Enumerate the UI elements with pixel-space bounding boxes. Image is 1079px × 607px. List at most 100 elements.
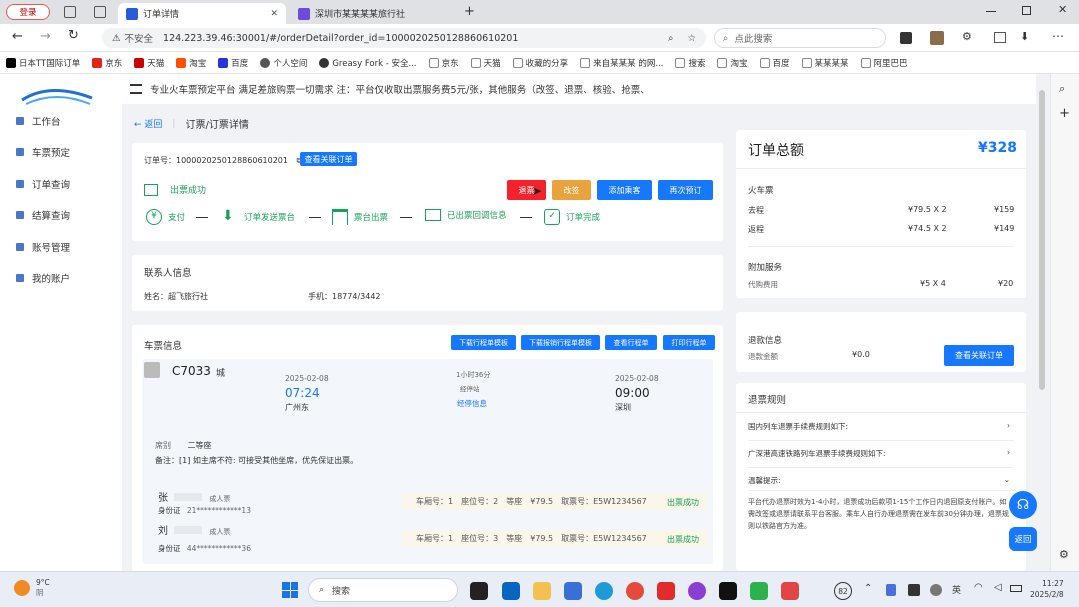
speaker-icon[interactable]: ◁ [994, 582, 1002, 593]
bookmark-item[interactable]: 阿里巴巴 [860, 57, 908, 69]
close-tab-icon[interactable]: ✕ [270, 9, 278, 19]
start-button[interactable] [282, 582, 298, 598]
rule-item[interactable]: 温馨提示: ⌄ [748, 475, 1010, 486]
bookmark-item[interactable]: 京东 [428, 57, 459, 69]
forward-arrow-icon[interactable]: → [40, 29, 51, 44]
reload-icon[interactable]: ↻ [68, 28, 79, 43]
settings-icon[interactable]: ⚙ [1059, 548, 1069, 561]
chrome-icon[interactable] [626, 582, 644, 600]
avatar[interactable] [930, 31, 944, 45]
battery-icon[interactable] [1010, 585, 1022, 592]
bookmark-item[interactable]: 个人空间 [260, 57, 307, 69]
taskview-icon[interactable] [470, 582, 488, 600]
bookmark-item[interactable]: 百度 [759, 57, 790, 69]
add-passenger-button[interactable]: 添加乘客 [597, 180, 652, 200]
add-icon[interactable]: + [1059, 106, 1070, 121]
view-itinerary-button[interactable]: 查看行程单 [605, 335, 657, 350]
sidebar-item-my-account[interactable]: 我的账户 [16, 271, 70, 285]
sidebar-item-account[interactable]: 账号管理 [16, 240, 70, 254]
refund-title: 退款信息 [748, 336, 783, 346]
fee-amount: ¥20 [998, 279, 1014, 288]
sidebar-item-workbench[interactable]: 工作台 [16, 114, 61, 128]
downloads-icon[interactable]: ⬇ [1020, 30, 1029, 43]
wechat-icon[interactable] [750, 582, 768, 600]
bookmark-item[interactable]: Greasy Fork - 安全... [319, 57, 417, 69]
profile-button[interactable]: 登录 [6, 4, 50, 20]
tab-actions-icon[interactable] [94, 6, 106, 18]
tab-order-detail[interactable]: 订单详情 ✕ [118, 3, 286, 24]
tray-icon[interactable] [886, 584, 896, 596]
weather-icon [14, 580, 30, 596]
bookmark-item[interactable]: 天猫 [470, 57, 501, 69]
scrollbar[interactable] [1039, 90, 1045, 390]
menu-icon[interactable] [130, 84, 142, 94]
workspaces-icon[interactable] [64, 6, 76, 18]
new-tab-button[interactable]: + [464, 4, 475, 19]
chevron-up-icon[interactable]: ⌃ [864, 583, 872, 594]
back-arrow-icon[interactable]: ← [12, 29, 23, 44]
tab-agency[interactable]: 深圳市某某某某旅行社 [290, 3, 450, 24]
sidebar-toggle-icon[interactable] [994, 32, 1006, 43]
zoom-icon[interactable]: ⌕ [668, 33, 673, 44]
search-icon[interactable]: ⌕ [1059, 82, 1065, 96]
sidebar-item-settlement[interactable]: 结算查询 [16, 208, 70, 222]
store-icon[interactable] [564, 582, 582, 600]
ime-indicator[interactable]: 英 [952, 583, 961, 596]
extensions-puzzle-icon[interactable]: ⚙ [962, 30, 972, 43]
url-field[interactable]: ⚠ 不安全 124.223.39.46:30001/#/orderDetail?… [102, 28, 706, 48]
wps-icon[interactable] [657, 582, 675, 600]
tray-icon[interactable] [930, 584, 942, 596]
ticket-status: 出票成功 [667, 498, 699, 507]
order-total-amount: ¥328 [978, 140, 1017, 156]
folder-icon[interactable] [533, 582, 551, 600]
bookmark-item[interactable]: 搜索 [675, 57, 705, 69]
sidebar-item-orders[interactable]: 订单查询 [16, 177, 70, 191]
customer-service-button[interactable]: ☊ [1009, 491, 1037, 519]
bookmark-item[interactable]: 百度 [218, 57, 248, 69]
bookmark-item[interactable]: 淘宝 [176, 57, 206, 69]
snipping-icon[interactable] [781, 582, 799, 600]
back-to-top-button[interactable]: 返回 [1009, 527, 1037, 551]
minimize-icon[interactable] [986, 11, 996, 12]
download-reimburse-itinerary-button[interactable]: 下载报销行程单模板 [521, 335, 600, 350]
sidebar-item-booking[interactable]: 车票预定 [16, 145, 70, 159]
rebook-button[interactable]: 再次预订 [658, 180, 713, 200]
bookmark-item[interactable]: 淘宝 [717, 57, 748, 69]
rule-item[interactable]: 国内列车退票手续费规则如下: › [748, 421, 1010, 432]
extension-icon[interactable] [900, 32, 912, 44]
step-complete: ✓ 订单完成 [544, 209, 600, 225]
view-linked-order-button[interactable]: 查看关联订单 [300, 152, 357, 166]
bookmark-item[interactable]: 收藏的分享 [512, 57, 568, 69]
tray-icon[interactable] [908, 584, 920, 596]
weather-widget[interactable]: 9°C 阴 [14, 578, 50, 598]
maximize-icon[interactable] [1022, 6, 1031, 15]
back-link[interactable]: ← 返回 [134, 117, 162, 130]
bookmark-item[interactable]: 京东 [92, 57, 122, 69]
capcut-icon[interactable] [719, 582, 737, 600]
wifi-icon[interactable]: ◠ [974, 582, 983, 593]
outlook-icon[interactable] [502, 582, 520, 600]
close-window-icon[interactable]: ✕ [1058, 3, 1067, 16]
bookmark-item[interactable]: 天猫 [134, 57, 164, 69]
notification-badge[interactable]: 82 [834, 582, 852, 600]
app-icon[interactable] [688, 582, 706, 600]
edge-icon[interactable] [595, 582, 613, 600]
print-itinerary-button[interactable]: 打印行程单 [663, 335, 715, 350]
change-button[interactable]: 改签 [552, 180, 591, 200]
search-input[interactable]: ⌕ 点此搜索 [714, 28, 886, 48]
view-related-order-button[interactable]: 查看关联订单 [944, 345, 1014, 366]
chevron-down-icon: ⌄ [1003, 475, 1010, 484]
bookmark-item[interactable]: 日本TT国际订单 [6, 57, 80, 69]
favorite-star-icon[interactable]: ☆ [687, 33, 696, 44]
fee-calc: ¥79.5 X 2 [908, 205, 947, 214]
menu-icon[interactable]: ⋯ [1052, 29, 1064, 43]
bookmark-item[interactable]: 来自某某某 的网... [580, 57, 663, 69]
stop-info-link[interactable]: 经停信息 [457, 398, 487, 409]
bookmark-item[interactable]: 某某某某 [801, 57, 849, 69]
rule-item[interactable]: 广深港高速铁路列车退票手续费规则如下: › [748, 448, 1010, 459]
step-pay: ¥ 支付 [146, 209, 185, 225]
stops-label: 经停站 [460, 385, 480, 393]
download-itinerary-template-button[interactable]: 下载行程单模板 [451, 335, 516, 350]
clock[interactable]: 11:27 2025/2/8 [1030, 578, 1064, 600]
taskbar-search-input[interactable]: ⌕ 搜索 [308, 578, 458, 602]
